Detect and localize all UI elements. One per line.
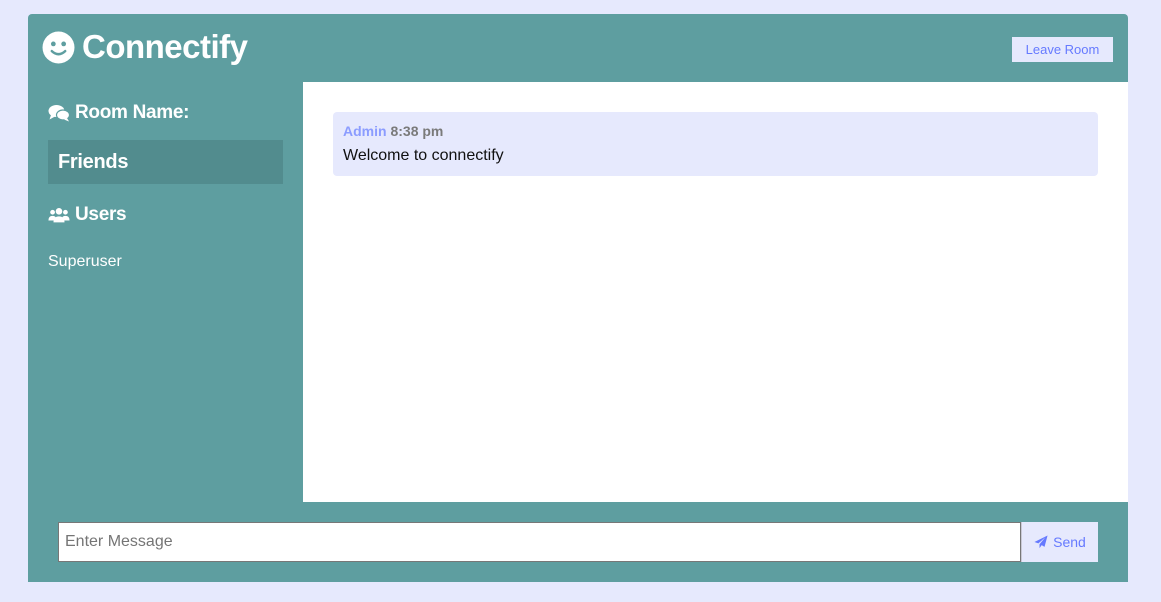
chat-container: Connectify Leave Room Room Name: Friends	[28, 14, 1128, 582]
room-name-heading: Room Name:	[48, 102, 189, 124]
comments-icon	[48, 105, 70, 122]
app-title: Connectify	[82, 28, 248, 65]
chat-message: Admin 8:38 pm Welcome to connectify	[333, 112, 1098, 176]
room-name: Friends	[48, 140, 283, 184]
message-time: 8:38 pm	[390, 123, 444, 139]
room-name-heading-label: Room Name:	[75, 102, 190, 123]
message-input[interactable]	[58, 522, 1021, 562]
leave-room-button[interactable]: Leave Room	[1012, 37, 1113, 62]
message-text: Welcome to connectify	[343, 147, 504, 164]
users-icon	[48, 208, 70, 223]
message-meta: Admin 8:38 pm	[343, 122, 1088, 140]
paper-plane-icon	[1034, 535, 1048, 549]
app-logo: Connectify	[42, 28, 248, 65]
chat-messages: Admin 8:38 pm Welcome to connectify	[303, 82, 1128, 502]
send-button[interactable]: Send	[1021, 522, 1098, 562]
message-author: Admin	[343, 123, 387, 139]
users-heading-label: Users	[75, 204, 127, 225]
chat-header: Connectify Leave Room	[28, 14, 1128, 82]
message-form: Send	[58, 522, 1098, 562]
smiley-icon	[42, 31, 75, 63]
user-item: Superuser	[48, 253, 122, 270]
chat-sidebar: Room Name: Friends Users Superuser	[28, 82, 303, 502]
users-heading: Users	[48, 204, 127, 226]
users-list: Superuser	[48, 252, 122, 272]
send-label: Send	[1053, 534, 1086, 550]
